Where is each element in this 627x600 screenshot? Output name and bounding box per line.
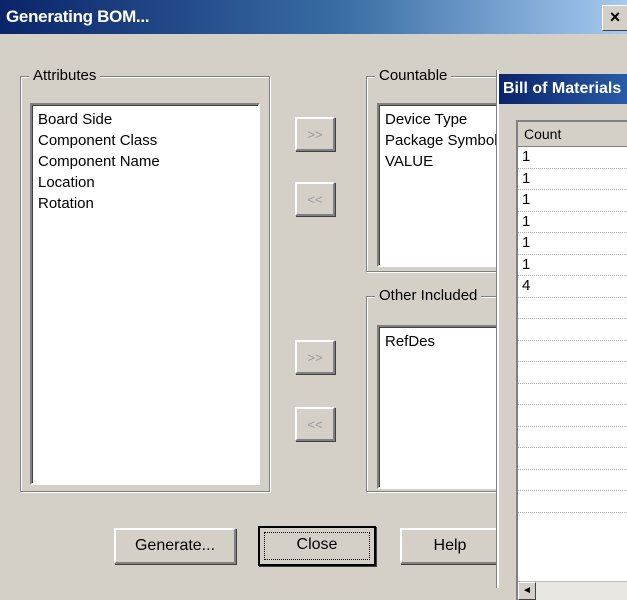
title-bar[interactable]: Generating BOM... × (0, 0, 627, 34)
countable-list-item[interactable]: Device Type (379, 109, 507, 130)
window-title: Generating BOM... (6, 7, 150, 26)
remove-other-button[interactable]: << (295, 407, 335, 441)
countable-listbox[interactable]: Device Type Package Symbol VALUE (377, 103, 509, 267)
add-countable-button[interactable]: >> (295, 117, 335, 151)
bom-grid-row[interactable]: 1 (518, 233, 627, 255)
attribute-list-item[interactable]: Component Class (32, 130, 258, 151)
other-included-listbox[interactable]: RefDes (377, 325, 509, 489)
countable-group: Countable Device Type Package Symbol VALUE (366, 67, 509, 272)
bom-grid-row[interactable] (518, 319, 627, 341)
bom-grid-row[interactable] (518, 427, 627, 448)
bom-grid-row[interactable] (518, 470, 627, 491)
attribute-list-item[interactable]: Location (32, 172, 258, 193)
attribute-list-item[interactable]: Board Side (32, 109, 258, 130)
bom-grid[interactable]: Count 1111114 ◄ (516, 120, 627, 600)
bom-grid-row[interactable]: 4 (518, 276, 627, 298)
bom-grid-row[interactable]: 1 (518, 190, 627, 212)
bom-grid-row[interactable]: 1 (518, 147, 627, 169)
bom-grid-row[interactable] (518, 384, 627, 405)
other-included-group: Other Included RefDes (366, 287, 509, 492)
bom-window-title[interactable]: Bill of Materials (499, 74, 627, 104)
help-button[interactable]: Help (400, 528, 500, 564)
bom-grid-row[interactable] (518, 362, 627, 384)
attributes-listbox[interactable]: Board Side Component Class Component Name L… (30, 103, 260, 485)
add-other-button[interactable]: >> (295, 340, 335, 374)
attribute-list-item[interactable]: Rotation (32, 193, 258, 214)
generate-button[interactable]: Generate... (114, 528, 236, 564)
bom-grid-row[interactable]: 1 (518, 212, 627, 233)
bom-grid-row[interactable] (518, 298, 627, 319)
scroll-left-icon[interactable]: ◄ (518, 582, 536, 600)
attribute-list-item[interactable]: Component Name (32, 151, 258, 172)
horizontal-scrollbar[interactable]: ◄ (518, 581, 627, 600)
close-button[interactable]: Close (258, 526, 376, 566)
countable-list-item[interactable]: Package Symbol (379, 130, 507, 151)
bill-of-materials-window: Bill of Materials Count 1111114 ◄ (497, 70, 627, 600)
count-column-header[interactable]: Count (518, 122, 627, 147)
bom-grid-row[interactable]: 1 (518, 255, 627, 276)
other-included-list-item[interactable]: RefDes (379, 331, 507, 352)
attributes-group-label: Attributes (29, 67, 101, 84)
attributes-group: Attributes Board Side Component Class Comp… (20, 67, 270, 492)
bom-grid-row[interactable] (518, 491, 627, 513)
bom-grid-row[interactable] (518, 448, 627, 470)
other-included-group-label: Other Included (375, 287, 482, 304)
countable-group-label: Countable (375, 67, 452, 84)
close-window-button[interactable]: × (602, 5, 627, 31)
countable-list-item[interactable]: VALUE (379, 151, 507, 172)
bom-grid-row[interactable]: 1 (518, 169, 627, 190)
bom-grid-row[interactable] (518, 341, 627, 362)
bom-grid-row[interactable] (518, 405, 627, 427)
remove-countable-button[interactable]: << (295, 182, 335, 216)
focus-rectangle (264, 532, 370, 560)
